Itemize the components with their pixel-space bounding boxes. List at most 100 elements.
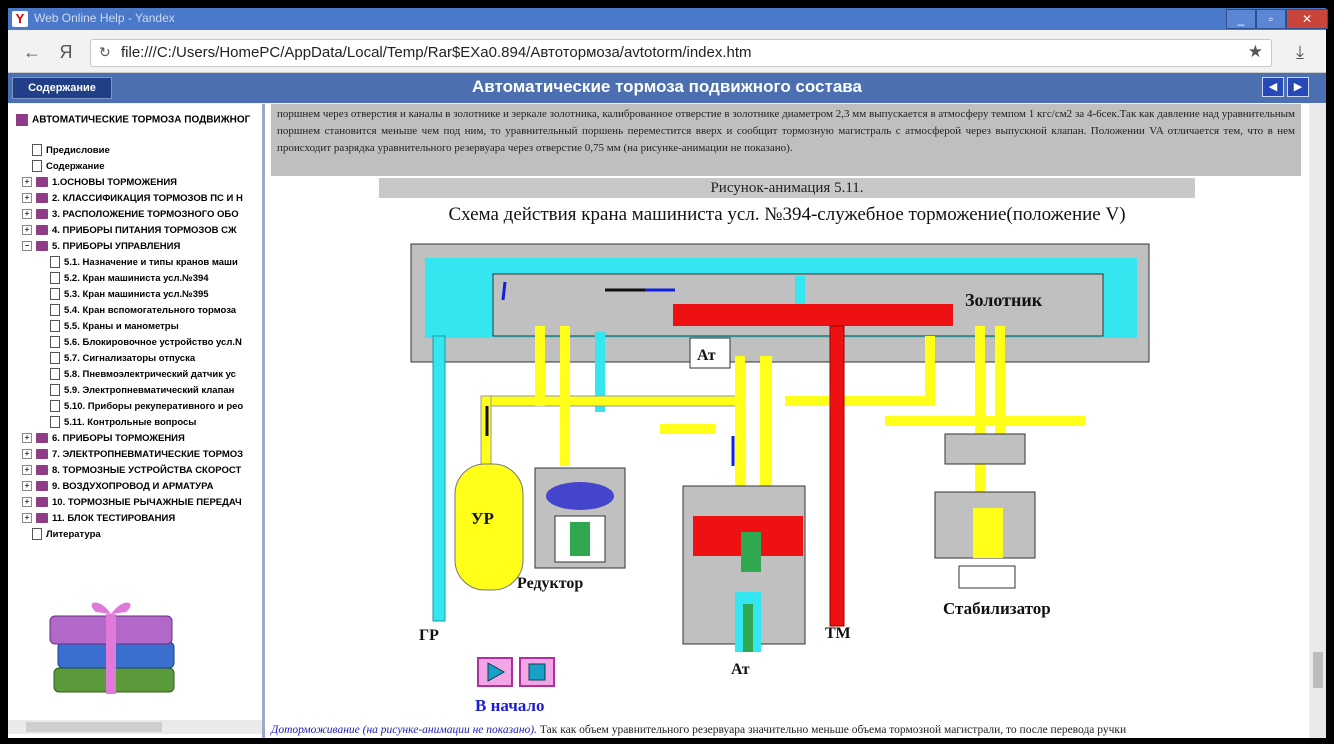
sidebar-item[interactable]: 5.4. Кран вспомогательного тормоза: [50, 304, 236, 318]
next-page-button[interactable]: ▶: [1287, 77, 1309, 97]
sidebar-item[interactable]: 5.1. Назначение и типы кранов маши: [50, 256, 238, 270]
sidebar-item-label[interactable]: 1.ОСНОВЫ ТОРМОЖЕНИЯ: [52, 177, 177, 188]
sidebar-item-label[interactable]: 5.1. Назначение и типы кранов маши: [64, 257, 238, 268]
sidebar-item[interactable]: +6. ПРИБОРЫ ТОРМОЖЕНИЯ: [22, 432, 185, 446]
book-icon: [36, 193, 48, 204]
sidebar-item-label[interactable]: 11. БЛОК ТЕСТИРОВАНИЯ: [52, 513, 175, 524]
label-gr: ГР: [419, 627, 439, 644]
window-title: Web Online Help - Yandex: [34, 11, 175, 25]
sidebar-item-label[interactable]: 5.2. Кран машиниста усл.№394: [64, 273, 209, 284]
expand-icon[interactable]: +: [22, 449, 32, 460]
sidebar-item-label[interactable]: 5.11. Контрольные вопросы: [64, 417, 196, 428]
sidebar-item[interactable]: 5.3. Кран машиниста усл.№395: [50, 288, 209, 302]
sidebar-item[interactable]: +2. КЛАССИФИКАЦИЯ ТОРМОЗОВ ПС И Н: [22, 192, 243, 206]
expand-icon[interactable]: +: [22, 465, 32, 476]
content-vscroll-thumb[interactable]: [1313, 652, 1323, 688]
back-arrow-icon[interactable]: ←: [20, 40, 44, 64]
page-icon: [50, 400, 60, 413]
expand-icon[interactable]: +: [22, 209, 32, 220]
page-icon: [50, 256, 60, 269]
sidebar-item[interactable]: 5.5. Краны и манометры: [50, 320, 179, 334]
sidebar-item-label[interactable]: 4. ПРИБОРЫ ПИТАНИЯ ТОРМОЗОВ СЖ: [52, 225, 237, 236]
yandex-logo-icon[interactable]: Я: [54, 40, 78, 64]
sidebar-item-label[interactable]: 10. ТОРМОЗНЫЕ РЫЧАЖНЫЕ ПЕРЕДАЧ: [52, 497, 242, 508]
sidebar-item-label[interactable]: 2. КЛАССИФИКАЦИЯ ТОРМОЗОВ ПС И Н: [52, 193, 243, 204]
sidebar-item-label[interactable]: 5.8. Пневмоэлектрический датчик ус: [64, 369, 236, 380]
sidebar-item[interactable]: +3. РАСПОЛОЖЕНИЕ ТОРМОЗНОГО ОБО: [22, 208, 239, 222]
sidebar-item[interactable]: 5.10. Приборы рекуперативного и рео: [50, 400, 243, 414]
label-stabilizator: Стабилизатор: [943, 599, 1051, 618]
stop-button[interactable]: [519, 657, 555, 687]
sidebar-item-label[interactable]: 8. ТОРМОЗНЫЕ УСТРОЙСТВА СКОРОСТ: [52, 465, 241, 476]
sidebar-item[interactable]: +8. ТОРМОЗНЫЕ УСТРОЙСТВА СКОРОСТ: [22, 464, 241, 478]
download-icon[interactable]: ⤓: [1288, 40, 1312, 64]
sidebar-item[interactable]: 5.7. Сигнализаторы отпуска: [50, 352, 195, 366]
sidebar-item-label[interactable]: 7. ЭЛЕКТРОПНЕВМАТИЧЕСКИЕ ТОРМОЗ: [52, 449, 243, 460]
sidebar-item[interactable]: Литература: [32, 528, 101, 542]
expand-icon[interactable]: +: [22, 433, 32, 444]
minimize-button[interactable]: _: [1226, 9, 1256, 29]
expand-icon[interactable]: +: [22, 225, 32, 236]
sidebar-item[interactable]: 5.2. Кран машиниста усл.№394: [50, 272, 209, 286]
sidebar-item-label[interactable]: 5.7. Сигнализаторы отпуска: [64, 353, 195, 364]
sidebar-item[interactable]: +11. БЛОК ТЕСТИРОВАНИЯ: [22, 512, 175, 526]
expand-icon[interactable]: +: [22, 513, 32, 524]
sidebar-item[interactable]: 5.8. Пневмоэлектрический датчик ус: [50, 368, 236, 382]
reload-icon[interactable]: ↻: [99, 44, 111, 61]
content-vscrollbar[interactable]: [1310, 104, 1326, 738]
sidebar-item-label[interactable]: 5. ПРИБОРЫ УПРАВЛЕНИЯ: [52, 241, 180, 252]
sidebar-item-label[interactable]: 5.3. Кран машиниста усл.№395: [64, 289, 209, 300]
sidebar-item-label[interactable]: 5.4. Кран вспомогательного тормоза: [64, 305, 236, 316]
sidebar-item[interactable]: +10. ТОРМОЗНЫЕ РЫЧАЖНЫЕ ПЕРЕДАЧ: [22, 496, 242, 510]
bookmark-star-icon[interactable]: ★: [1248, 42, 1263, 62]
sidebar-item-label[interactable]: 5.6. Блокировочное устройство усл.N: [64, 337, 242, 348]
sidebar-hscroll-thumb[interactable]: [26, 722, 162, 732]
sidebar-item-label[interactable]: Содержание: [46, 161, 105, 172]
expand-icon[interactable]: +: [22, 193, 32, 204]
sidebar-item-label[interactable]: 3. РАСПОЛОЖЕНИЕ ТОРМОЗНОГО ОБО: [52, 209, 239, 220]
sidebar-item[interactable]: +7. ЭЛЕКТРОПНЕВМАТИЧЕСКИЕ ТОРМОЗ: [22, 448, 243, 462]
maximize-button[interactable]: ▫: [1256, 9, 1286, 29]
page-icon: [50, 304, 60, 317]
sidebar-item-label[interactable]: 5.10. Приборы рекуперативного и рео: [64, 401, 243, 412]
sidebar-item[interactable]: Предисловие: [32, 144, 110, 158]
sidebar-item[interactable]: +9. ВОЗДУХОПРОВОД И АРМАТУРА: [22, 480, 213, 494]
sidebar-item[interactable]: − 5. ПРИБОРЫ УПРАВЛЕНИЯ: [22, 240, 180, 254]
book-icon: [36, 177, 48, 188]
sidebar-hscrollbar[interactable]: [8, 720, 262, 734]
figure-caption: Рисунок-анимация 5.11.: [379, 178, 1195, 198]
sidebar-item[interactable]: 5.9. Электропневматический клапан: [50, 384, 234, 398]
page-icon: [50, 320, 60, 333]
sidebar-item-label[interactable]: 6. ПРИБОРЫ ТОРМОЖЕНИЯ: [52, 433, 185, 444]
tree-root-label[interactable]: АВТОМАТИЧЕСКИЕ ТОРМОЗА ПОДВИЖНОГ: [32, 115, 250, 126]
expand-icon[interactable]: +: [22, 497, 32, 508]
tree-root[interactable]: АВТОМАТИЧЕСКИЕ ТОРМОЗА ПОДВИЖНОГ: [16, 114, 250, 126]
sidebar-item-label[interactable]: 9. ВОЗДУХОПРОВОД И АРМАТУРА: [52, 481, 213, 492]
address-url[interactable]: file:///C:/Users/HomePC/AppData/Local/Te…: [121, 44, 752, 61]
sidebar-item-label[interactable]: Литература: [46, 529, 101, 540]
label-at-bottom: Ат: [731, 661, 750, 678]
prev-page-button[interactable]: ◀: [1262, 77, 1284, 97]
begin-link[interactable]: В начало: [475, 696, 544, 716]
sidebar-item[interactable]: +4. ПРИБОРЫ ПИТАНИЯ ТОРМОЗОВ СЖ: [22, 224, 237, 238]
info-paragraph: поршнем через отверстия и каналы в золот…: [277, 108, 1295, 154]
sidebar-item-label[interactable]: 5.5. Краны и манометры: [64, 321, 179, 332]
expand-icon[interactable]: +: [22, 177, 32, 188]
sidebar-item[interactable]: 5.6. Блокировочное устройство усл.N: [50, 336, 242, 350]
address-bar[interactable]: ↻ file:///C:/Users/HomePC/AppData/Local/…: [90, 39, 1272, 67]
collapse-icon[interactable]: −: [22, 241, 32, 252]
play-button[interactable]: [477, 657, 513, 687]
sidebar-item-label[interactable]: 5.9. Электропневматический клапан: [64, 385, 234, 396]
sidebar-item[interactable]: +1.ОСНОВЫ ТОРМОЖЕНИЯ: [22, 176, 177, 190]
expand-icon[interactable]: +: [22, 481, 32, 492]
sidebar-item-label[interactable]: Предисловие: [46, 145, 110, 156]
close-button[interactable]: ✕: [1286, 9, 1328, 29]
help-header: Содержание Автоматические тормоза подвиж…: [8, 73, 1326, 103]
page-icon: [50, 336, 60, 349]
page-icon: [32, 528, 42, 541]
content-pane: поршнем через отверстия и каналы в золот…: [265, 104, 1309, 738]
page-icon: [32, 144, 42, 157]
sidebar-item[interactable]: 5.11. Контрольные вопросы: [50, 416, 196, 430]
browser-toolbar: ← Я ↻ file:///C:/Users/HomePC/AppData/Lo…: [8, 32, 1326, 73]
sidebar-item[interactable]: Содержание: [32, 160, 105, 174]
